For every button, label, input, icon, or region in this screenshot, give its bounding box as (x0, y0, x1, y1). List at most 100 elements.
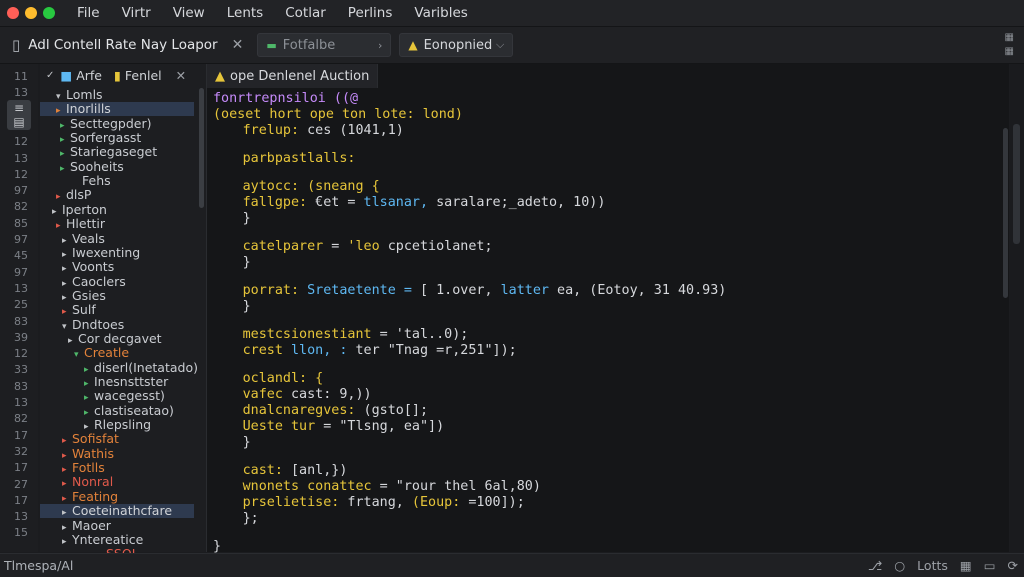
minimap-rail[interactable] (1010, 64, 1024, 552)
code-token: ea, (Eotoy, 31 40.93) (557, 283, 727, 298)
tree-item[interactable]: ▸ Coeteinathcfare (40, 503, 194, 519)
tree-item[interactable]: ▸ Voonts (40, 260, 194, 275)
status-right-label[interactable]: Lotts (917, 558, 948, 573)
config-selector[interactable]: ▬ Fotfalbe › (257, 33, 392, 57)
gutter-line-number: 13 (14, 151, 28, 165)
explorer-toggle-icon[interactable]: ≡ ▤ (7, 100, 31, 130)
tree-item[interactable]: ▸ Maoer (40, 518, 194, 533)
tree-item[interactable]: ▸ Wathis (40, 445, 194, 461)
js-file-icon: ▲ (215, 68, 225, 84)
tree-item[interactable]: ▸ Yntereatice (40, 532, 194, 547)
menu-virtr[interactable]: Virtr (122, 5, 151, 21)
gutter-line-number: 17 (14, 461, 28, 475)
tree-item-label: Caoclers (72, 273, 126, 289)
code-line: } (213, 255, 251, 271)
project-file-icon[interactable]: ▯ (12, 36, 20, 54)
menu-cotlar[interactable]: Cotlar (285, 5, 326, 21)
tree-item[interactable]: ▸ Sooheits (40, 158, 194, 174)
tree-item-label: Wathis (72, 445, 115, 461)
tree-item[interactable]: ▾ Dndtoes (40, 317, 194, 332)
branch-icon[interactable]: ⎇ (868, 558, 882, 573)
code-token: (oeset hort ope ton lote: lond) (213, 107, 463, 122)
code-token: wnonets conattec (242, 479, 380, 494)
tree-item[interactable]: ▸ Gsies (40, 287, 194, 303)
tree-item[interactable]: ▸ Hlettir (40, 216, 194, 232)
tree-item[interactable]: ▸ Sofisfat (40, 432, 194, 447)
tree-item[interactable]: ▸ Sulf (40, 303, 194, 318)
tree-item-label: Creatle (84, 345, 130, 361)
bell-icon[interactable]: ○ (894, 558, 905, 573)
panel-icon[interactable]: ▦ (960, 558, 972, 573)
code-token: ces (307, 123, 340, 138)
close-window-button[interactable] (7, 7, 19, 19)
code-line: fonrtrepnsiloi ((@ (213, 91, 358, 107)
tree-item[interactable]: Fehs (40, 174, 194, 188)
tree-item[interactable]: ▸ diserl(Inetatado) (40, 360, 198, 375)
tree-item[interactable]: ▸ Stariegaseget (40, 144, 194, 160)
tree-item[interactable]: ▸ Inesnsttster (40, 375, 194, 390)
tree-scrollbar[interactable] (199, 88, 204, 208)
sync-icon[interactable]: ⟳ (1008, 558, 1018, 573)
tree-item-label: Hlettir (66, 216, 105, 232)
close-tab-icon[interactable]: ✕ (176, 68, 186, 83)
tree-item-label: Stariegaseget (70, 144, 158, 160)
menu-view[interactable]: View (173, 5, 205, 21)
code-token: (sneang { (307, 179, 380, 194)
minimize-window-button[interactable] (25, 7, 37, 19)
tab-arfe-label: Arfe (76, 67, 102, 83)
tree-item[interactable]: ▸ Secttegpder) (40, 116, 194, 131)
code-token: } (213, 539, 222, 554)
tree-item-label: Iperton (62, 201, 107, 217)
file-tree-tabs: ✓ ■ Arfe ▮ Fenlel ✕ (40, 64, 206, 86)
code-token: =100]); (468, 495, 525, 510)
tree-item[interactable]: ▸ Fotlls (40, 461, 194, 476)
tree-item[interactable]: ▸ Nonral (40, 475, 194, 490)
grid-icon-2[interactable]: ▦ (1005, 47, 1014, 57)
code-editor[interactable]: ▲ ope Denlenel Auction fonrtrepnsiloi ((… (207, 64, 1009, 554)
tab-arfe[interactable]: ■ Arfe (60, 68, 102, 83)
tree-item[interactable]: ▸ Cor decgavet (40, 331, 194, 346)
code-line: } (213, 435, 251, 451)
tree-item[interactable]: ▸ Rlepsling (40, 417, 194, 433)
toolbar: ▯ Adl Contell Rate Nay Loapor ✕ ▬ Fotfal… (0, 27, 1024, 64)
gutter-line-number: 12 (14, 347, 28, 361)
run-target-selector[interactable]: ▲ Eonopnied ⌵ (399, 33, 514, 57)
code-token: vafec (242, 387, 291, 402)
tree-item[interactable]: ▸ clastiseatao) (40, 403, 194, 418)
editor-tab[interactable]: ▲ ope Denlenel Auction (207, 64, 379, 88)
tree-item[interactable]: ▾ Lomls (40, 88, 194, 103)
zoom-window-button[interactable] (43, 7, 55, 19)
tree-item-label: Sooheits (70, 158, 124, 174)
grid-icon[interactable]: ▦ (1005, 33, 1014, 43)
tree-item[interactable]: ▾ Creatle (40, 345, 194, 361)
tree-item[interactable]: ▸ Caoclers (40, 273, 194, 289)
status-bar: Tlmespa/Al ⎇ ○ Lotts ▦ ▭ ⟳ (0, 553, 1024, 577)
layout-icon[interactable]: ▭ (984, 558, 996, 573)
tree-item[interactable]: ▸ Veals (40, 231, 194, 246)
menu-lents[interactable]: Lents (227, 5, 263, 21)
tree-item[interactable]: ▸ Iwexenting (40, 245, 194, 260)
tree-item[interactable]: ▸ dlsP (40, 188, 194, 203)
tree-item[interactable]: ▸ Iperton (40, 201, 194, 217)
close-project-icon[interactable]: ✕ (232, 37, 244, 53)
menu-file[interactable]: File (77, 5, 100, 21)
expand-chevron-icon[interactable]: ✓ (46, 70, 54, 81)
tree-item[interactable]: ▸ Feating (40, 489, 194, 504)
tab-fenlel[interactable]: ▮ Fenlel (114, 68, 162, 83)
code-token: } (242, 299, 251, 314)
editor-scrollbar[interactable] (1002, 88, 1009, 388)
code-token: } (242, 435, 251, 450)
code-token: = (331, 239, 348, 254)
menu-perlins[interactable]: Perlins (348, 5, 393, 21)
status-right-group: ⎇ ○ Lotts ▦ ▭ ⟳ (868, 554, 1018, 577)
code-token: cast: (242, 463, 291, 478)
tree-item[interactable]: ▸ Sorfergasst (40, 131, 194, 146)
tree-item-label: Rlepsling (94, 417, 152, 433)
menu-varibles[interactable]: Varibles (414, 5, 467, 21)
code-token: prselietise: (242, 495, 348, 510)
tree-item-label: Gsies (72, 287, 106, 303)
tree-item[interactable]: ▸ wacegesst) (40, 389, 194, 404)
gutter-line-number: 17 (14, 493, 28, 507)
tree-item-label: Coeteinathcfare (72, 503, 173, 519)
tree-item[interactable]: ▸ Inorlills (40, 102, 194, 117)
